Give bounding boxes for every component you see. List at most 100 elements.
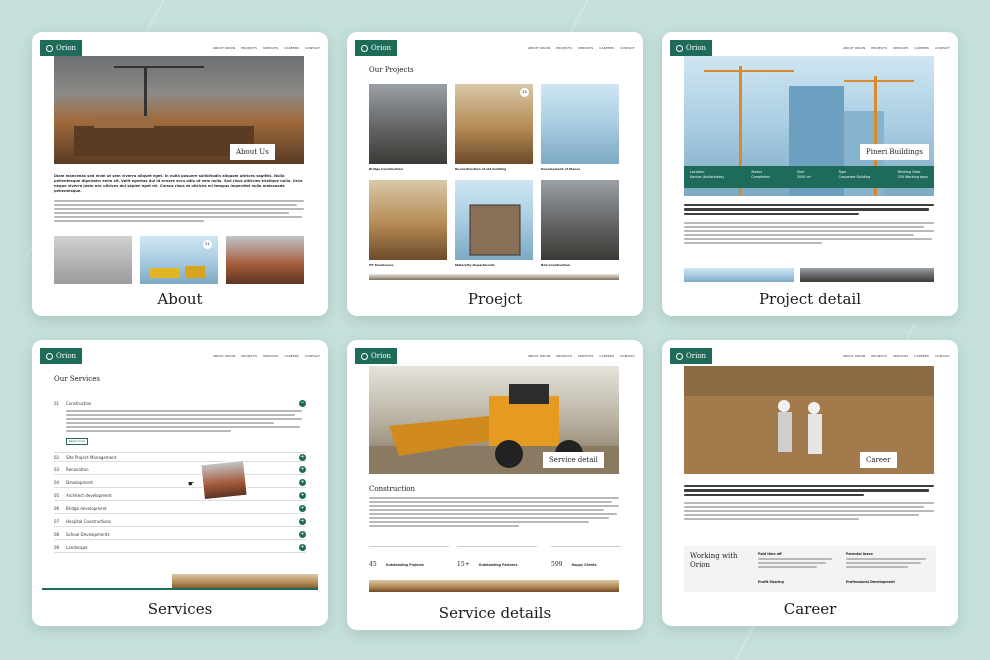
nav-projects[interactable]: PROJECTS <box>241 46 257 50</box>
project-image-1[interactable] <box>369 84 447 164</box>
nav-services[interactable]: SERVICES <box>263 46 278 50</box>
nav-contact[interactable]: CONTACT <box>935 46 950 50</box>
body-paragraph <box>54 200 304 224</box>
nav-careers[interactable]: CAREERS <box>599 46 614 50</box>
stat-projects: 45 Outstanding Projects <box>369 546 449 570</box>
nav-careers[interactable]: CAREERS <box>284 46 299 50</box>
logo[interactable]: Orion <box>355 348 398 364</box>
logo[interactable]: Orion <box>40 348 83 364</box>
logo[interactable]: Orion <box>670 40 713 56</box>
nav-services[interactable]: SERVICES <box>578 354 593 358</box>
project-label-2[interactable]: Reconstruction of old building <box>455 167 506 171</box>
expand-icon[interactable]: + <box>299 453 306 461</box>
nav-projects[interactable]: PROJECTS <box>556 46 572 50</box>
hero-title: Service detail <box>543 452 604 468</box>
read-more-button[interactable]: Read more <box>66 438 88 445</box>
service-row[interactable]: 06 Bridge development + <box>54 504 306 514</box>
nav-links: ABOUT ORION PROJECTS SERVICES CAREERS CO… <box>213 354 320 358</box>
service-row[interactable]: 04 Development + <box>54 478 306 488</box>
career-card[interactable]: Orion ABOUT ORION PROJECTS SERVICES CARE… <box>662 340 958 626</box>
service-details-card[interactable]: Orion ABOUT ORION PROJECTS SERVICES CARE… <box>347 340 643 630</box>
nav-services[interactable]: SERVICES <box>893 46 908 50</box>
service-row-expanded[interactable]: 01 Construction − <box>54 398 306 408</box>
project-label-6[interactable]: Bell Construction <box>541 263 570 267</box>
logo[interactable]: Orion <box>670 348 713 364</box>
expand-icon[interactable]: + <box>299 479 306 486</box>
stat-partners: 15+ Outstanding Partners <box>457 546 537 570</box>
project-label-5[interactable]: Maternity Departments <box>455 263 495 267</box>
nav-services[interactable]: SERVICES <box>893 354 908 358</box>
hover-preview-image <box>200 459 248 501</box>
gallery-image-1 <box>54 236 132 284</box>
project-card[interactable]: Orion ABOUT ORION PROJECTS SERVICES CARE… <box>347 32 643 316</box>
nav-about[interactable]: ABOUT ORION <box>213 354 235 358</box>
expand-icon[interactable]: + <box>299 531 306 538</box>
lead-paragraph <box>684 485 934 498</box>
service-row[interactable]: 09 Landscape + <box>54 543 306 553</box>
project-label-4[interactable]: HT Townhouse <box>369 263 393 267</box>
project-image-5[interactable] <box>455 180 533 260</box>
gallery-image-2: 21 <box>140 236 218 284</box>
expand-icon[interactable]: + <box>299 466 306 473</box>
nav-contact[interactable]: CONTACT <box>935 354 950 358</box>
card-caption: About <box>157 290 203 308</box>
gallery-image-1 <box>684 268 794 282</box>
footer-image <box>369 580 619 592</box>
gallery-image-2 <box>800 268 934 282</box>
project-image-3[interactable] <box>541 84 619 164</box>
nav-careers[interactable]: CAREERS <box>284 354 299 358</box>
about-card[interactable]: Orion ABOUT ORION PROJECTS SERVICES CARE… <box>32 32 328 316</box>
logo[interactable]: Orion <box>40 40 83 56</box>
service-row[interactable]: 05 Architect development + <box>54 491 306 501</box>
cursor-icon: ☛ <box>188 480 195 488</box>
nav-about[interactable]: ABOUT ORION <box>213 46 235 50</box>
service-row[interactable]: 03 Renovation + <box>54 465 306 475</box>
service-row[interactable]: 02 Site Project Management + <box>54 452 306 462</box>
project-image-2[interactable]: 25 <box>455 84 533 164</box>
nav-contact[interactable]: CONTACT <box>620 46 635 50</box>
nav-about[interactable]: ABOUT ORION <box>843 354 865 358</box>
fact-size: Size 3000 m² <box>796 170 812 179</box>
section-heading: Our Services <box>54 375 100 383</box>
project-image-4[interactable] <box>369 180 447 260</box>
nav-contact[interactable]: CONTACT <box>305 46 320 50</box>
nav-careers[interactable]: CAREERS <box>914 46 929 50</box>
nav-contact[interactable]: CONTACT <box>305 354 320 358</box>
nav-services[interactable]: SERVICES <box>578 46 593 50</box>
nav-links: ABOUT ORION PROJECTS SERVICES CAREERS CO… <box>528 46 635 50</box>
nav-about[interactable]: ABOUT ORION <box>843 46 865 50</box>
nav-about[interactable]: ABOUT ORION <box>528 46 550 50</box>
nav-about[interactable]: ABOUT ORION <box>528 354 550 358</box>
project-label-3[interactable]: Development of Planes <box>541 167 580 171</box>
nav-contact[interactable]: CONTACT <box>620 354 635 358</box>
services-card[interactable]: Orion ABOUT ORION PROJECTS SERVICES CARE… <box>32 340 328 626</box>
nav-projects[interactable]: PROJECTS <box>556 354 572 358</box>
nav-services[interactable]: SERVICES <box>263 354 278 358</box>
service-row[interactable]: 07 Hospital Constructions + <box>54 517 306 527</box>
project-image-6[interactable] <box>541 180 619 260</box>
logo[interactable]: Orion <box>355 40 398 56</box>
lead-paragraph <box>684 204 934 217</box>
card-caption: Career <box>783 600 837 618</box>
expand-icon[interactable]: + <box>299 518 306 525</box>
top-nav: Orion ABOUT ORION PROJECTS SERVICES CARE… <box>355 348 635 364</box>
nav-projects[interactable]: PROJECTS <box>241 354 257 358</box>
top-nav: Orion ABOUT ORION PROJECTS SERVICES CARE… <box>40 40 320 56</box>
expand-icon[interactable]: + <box>299 492 306 499</box>
project-detail-card[interactable]: Orion ABOUT ORION PROJECTS SERVICES CARE… <box>662 32 958 316</box>
service-row[interactable]: 08 School Developments + <box>54 530 306 540</box>
project-label-1[interactable]: Bridge Construction <box>369 167 403 171</box>
body-paragraph <box>684 222 934 246</box>
top-nav: Orion ABOUT ORION PROJECTS SERVICES CARE… <box>670 40 950 56</box>
nav-careers[interactable]: CAREERS <box>599 354 614 358</box>
body-paragraph <box>369 497 619 529</box>
project-image-row3 <box>369 274 619 280</box>
expand-icon[interactable]: + <box>299 505 306 512</box>
top-nav: Orion ABOUT ORION PROJECTS SERVICES CARE… <box>670 348 950 364</box>
nav-projects[interactable]: PROJECTS <box>871 46 887 50</box>
project-facts-bar: Location Kanlaa (Antistoleos) Status Compl… <box>684 166 934 188</box>
nav-careers[interactable]: CAREERS <box>914 354 929 358</box>
nav-projects[interactable]: PROJECTS <box>871 354 887 358</box>
collapse-icon[interactable]: − <box>299 399 306 407</box>
expand-icon[interactable]: + <box>299 544 306 551</box>
